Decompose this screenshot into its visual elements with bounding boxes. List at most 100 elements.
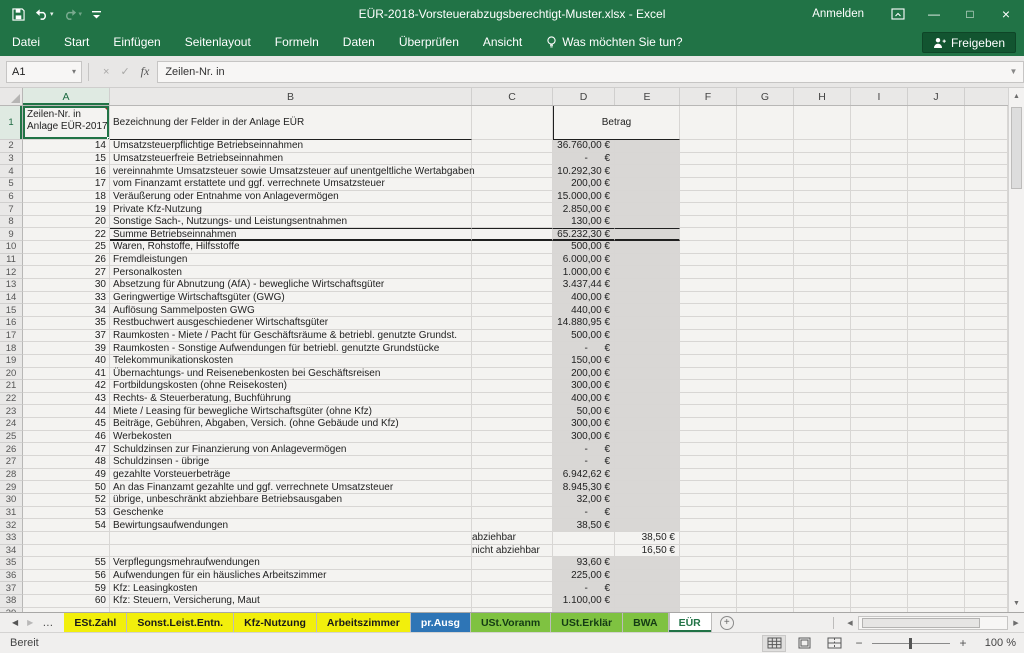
cell[interactable]	[472, 456, 553, 469]
cell[interactable]	[794, 165, 851, 178]
ribbon-tab-start[interactable]: Start	[52, 28, 101, 56]
cell[interactable]	[680, 507, 737, 520]
undo-button[interactable]: ▾	[31, 4, 57, 24]
cell[interactable]	[851, 317, 908, 330]
cell[interactable]	[680, 266, 737, 279]
cell[interactable]	[794, 140, 851, 153]
cell[interactable]: 93,60 €	[553, 557, 615, 570]
ribbon-tab-ansicht[interactable]: Ansicht	[471, 28, 534, 56]
cell[interactable]	[794, 216, 851, 229]
vertical-scroll-thumb[interactable]	[1011, 107, 1022, 189]
cell[interactable]	[472, 178, 553, 191]
cell[interactable]: 33	[23, 292, 110, 305]
cell[interactable]	[680, 608, 737, 612]
cell[interactable]	[615, 595, 680, 608]
ribbon-display-options-icon[interactable]	[880, 0, 916, 28]
cell[interactable]	[794, 595, 851, 608]
cell[interactable]	[851, 582, 908, 595]
cell[interactable]	[794, 507, 851, 520]
cell[interactable]	[908, 418, 965, 431]
cell[interactable]: 14	[23, 140, 110, 153]
row-header-7[interactable]: 7	[0, 203, 23, 216]
cell[interactable]	[851, 165, 908, 178]
cell[interactable]	[965, 292, 1008, 305]
row-header-17[interactable]: 17	[0, 330, 23, 343]
cell[interactable]: 1.000,00 €	[553, 266, 615, 279]
cell[interactable]	[794, 279, 851, 292]
cell[interactable]: 32,00 €	[553, 494, 615, 507]
cell[interactable]	[908, 595, 965, 608]
cell[interactable]	[615, 405, 680, 418]
cell[interactable]	[908, 608, 965, 612]
cell[interactable]	[908, 140, 965, 153]
cell[interactable]	[472, 418, 553, 431]
cell[interactable]: 48	[23, 456, 110, 469]
cell[interactable]: 41	[23, 368, 110, 381]
cell[interactable]	[965, 545, 1008, 558]
cell[interactable]	[680, 228, 737, 241]
cell[interactable]	[737, 507, 794, 520]
more-sheets-icon[interactable]: …	[42, 617, 54, 629]
cell[interactable]	[794, 228, 851, 241]
cell[interactable]	[553, 545, 615, 558]
cell[interactable]	[908, 292, 965, 305]
cell[interactable]	[851, 595, 908, 608]
prev-sheet-icon[interactable]: ◀	[12, 618, 18, 627]
cell[interactable]	[472, 443, 553, 456]
row-header-18[interactable]: 18	[0, 342, 23, 355]
cell[interactable]: 35	[23, 317, 110, 330]
cell[interactable]	[965, 431, 1008, 444]
cell[interactable]	[615, 191, 680, 204]
cell[interactable]	[737, 456, 794, 469]
row-header-32[interactable]: 32	[0, 519, 23, 532]
row-header-22[interactable]: 22	[0, 393, 23, 406]
cell[interactable]: Sonstige Sach-, Nutzungs- und Leistungse…	[110, 216, 472, 229]
sheet-tab-bwa[interactable]: BWA	[623, 613, 669, 632]
cell[interactable]	[851, 507, 908, 520]
cell[interactable]	[737, 519, 794, 532]
cell[interactable]	[794, 608, 851, 612]
cell[interactable]: 53	[23, 507, 110, 520]
cell[interactable]	[680, 279, 737, 292]
cell[interactable]	[737, 595, 794, 608]
cell[interactable]	[908, 355, 965, 368]
cell[interactable]	[553, 608, 615, 612]
cell[interactable]: vom Finanzamt erstattete und ggf. verrec…	[110, 178, 472, 191]
sheet-tab-eür[interactable]: EÜR	[669, 613, 712, 632]
cell[interactable]	[794, 380, 851, 393]
cell[interactable]: Aufwendungen für ein häusliches Arbeitsz…	[110, 570, 472, 583]
cell[interactable]: 56	[23, 570, 110, 583]
cell[interactable]	[851, 405, 908, 418]
row-header-9[interactable]: 9	[0, 228, 23, 241]
cell[interactable]	[737, 355, 794, 368]
cell[interactable]	[908, 570, 965, 583]
expand-formula-bar-icon[interactable]: ▼	[1004, 61, 1024, 83]
cell[interactable]	[965, 380, 1008, 393]
cell[interactable]: Werbekosten	[110, 431, 472, 444]
cell[interactable]	[737, 405, 794, 418]
cell[interactable]	[908, 545, 965, 558]
row-header-30[interactable]: 30	[0, 494, 23, 507]
cell[interactable]	[615, 557, 680, 570]
cell[interactable]	[851, 443, 908, 456]
page-layout-view-icon[interactable]	[792, 635, 816, 652]
zoom-out-icon[interactable]: −	[852, 636, 866, 650]
cell[interactable]	[110, 608, 472, 612]
horizontal-scroll-track[interactable]	[858, 616, 1008, 630]
cell[interactable]	[851, 342, 908, 355]
cell[interactable]: Kfz: Leasingkosten	[110, 582, 472, 595]
cell[interactable]	[794, 481, 851, 494]
cell[interactable]	[908, 191, 965, 204]
cell[interactable]	[794, 106, 851, 140]
tell-me-box[interactable]: Was möchten Sie tun?	[534, 35, 694, 49]
cell[interactable]: 45	[23, 418, 110, 431]
cell[interactable]	[737, 228, 794, 241]
cell[interactable]	[851, 228, 908, 241]
cell[interactable]	[472, 191, 553, 204]
cell[interactable]	[908, 266, 965, 279]
cell[interactable]: 3.437,44 €	[553, 279, 615, 292]
cell[interactable]: 39	[23, 342, 110, 355]
cell[interactable]: - €	[553, 507, 615, 520]
cell[interactable]	[965, 469, 1008, 482]
insert-function-icon[interactable]: fx	[141, 64, 150, 79]
